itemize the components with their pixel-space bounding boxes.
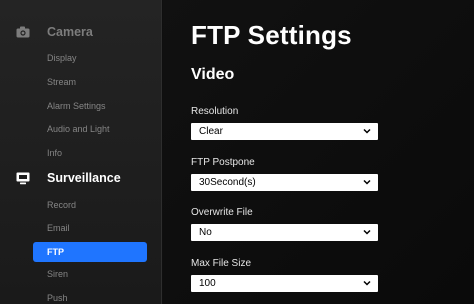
- overwrite-file-select[interactable]: No: [191, 224, 378, 241]
- monitor-icon: [15, 170, 31, 186]
- sidebar-section-label: Camera: [47, 25, 93, 39]
- sidebar-section-camera[interactable]: Camera: [0, 19, 162, 45]
- section-title: Video: [191, 66, 235, 83]
- resolution-label: Resolution: [191, 106, 239, 117]
- sidebar-item-audio-and-light[interactable]: Audio and Light: [33, 119, 147, 139]
- sidebar-section-surveillance[interactable]: Surveillance: [0, 165, 162, 191]
- main-panel: FTP Settings Video Resolution Clear FTP …: [163, 0, 474, 304]
- sidebar-section-label: Surveillance: [47, 171, 121, 185]
- chevron-down-icon: [362, 177, 372, 187]
- resolution-select[interactable]: Clear: [191, 123, 378, 140]
- camera-icon: [15, 24, 31, 40]
- sidebar-item-info[interactable]: Info: [33, 143, 147, 163]
- ftp-postpone-label: FTP Postpone: [191, 157, 255, 168]
- sidebar-item-stream[interactable]: Stream: [33, 72, 147, 92]
- sidebar: Camera Display Stream Alarm Settings Aud…: [0, 0, 162, 304]
- sidebar-item-push[interactable]: Push: [33, 288, 147, 304]
- page-title: FTP Settings: [191, 20, 352, 50]
- chevron-down-icon: [362, 278, 372, 288]
- sidebar-item-record[interactable]: Record: [33, 195, 147, 215]
- sidebar-item-alarm-settings[interactable]: Alarm Settings: [33, 96, 147, 116]
- select-value: 100: [199, 278, 216, 289]
- sidebar-item-siren[interactable]: Siren: [33, 264, 147, 284]
- overwrite-file-label: Overwrite File: [191, 207, 253, 218]
- ftp-postpone-select[interactable]: 30Second(s): [191, 174, 378, 191]
- sidebar-item-ftp[interactable]: FTP: [33, 242, 147, 262]
- chevron-down-icon: [362, 227, 372, 237]
- max-file-size-select[interactable]: 100: [191, 275, 378, 292]
- sidebar-item-email[interactable]: Email: [33, 218, 147, 238]
- select-value: Clear: [199, 126, 223, 137]
- chevron-down-icon: [362, 126, 372, 136]
- select-value: 30Second(s): [199, 177, 256, 188]
- select-value: No: [199, 227, 212, 238]
- sidebar-item-display[interactable]: Display: [33, 48, 147, 68]
- max-file-size-label: Max File Size: [191, 258, 252, 269]
